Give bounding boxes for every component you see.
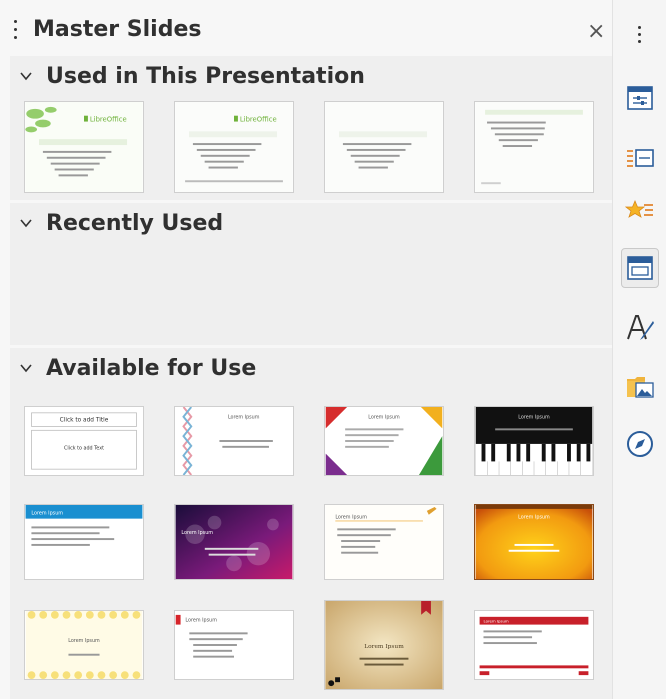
section-available: Available for Use Click to add Title Cli… (10, 348, 612, 699)
master-thumb-piano[interactable]: Lorem Ipsum (474, 406, 594, 476)
panel-titlebar: Master Slides × (0, 0, 612, 54)
svg-text:LibreOffice: LibreOffice (90, 116, 127, 124)
chevron-down-icon (20, 72, 32, 81)
svg-text:Lorem Ipsum: Lorem Ipsum (518, 515, 550, 521)
svg-text:Lorem Ipsum: Lorem Ipsum (483, 619, 508, 624)
section-label-recent: Recently Used (46, 211, 224, 236)
svg-text:Lorem Ipsum: Lorem Ipsum (368, 415, 400, 421)
svg-text:Lorem Ipsum: Lorem Ipsum (68, 638, 100, 644)
master-slides-icon[interactable] (621, 248, 659, 288)
svg-text:Lorem Ipsum: Lorem Ipsum (181, 530, 213, 536)
svg-text:Click to add Text: Click to add Text (64, 446, 104, 452)
master-thumb-parchment[interactable]: Lorem Ipsum (324, 600, 444, 690)
svg-text:Lorem Ipsum: Lorem Ipsum (31, 511, 63, 517)
section-recent: Recently Used (10, 203, 612, 345)
svg-text:Lorem Ipsum: Lorem Ipsum (364, 644, 404, 650)
styles-icon[interactable] (621, 308, 659, 348)
master-slides-panel: Master Slides × Used in This Presentatio… (0, 0, 612, 699)
master-thumb-red-bars[interactable]: Lorem Ipsum (474, 610, 594, 680)
section-header-available[interactable]: Available for Use (10, 348, 612, 388)
master-thumb-lo-2[interactable]: LibreOffice (174, 101, 294, 193)
master-thumb-lo-4[interactable] (474, 101, 594, 193)
animation-icon[interactable] (621, 192, 659, 232)
svg-text:Lorem Ipsum: Lorem Ipsum (228, 415, 260, 421)
master-thumb-blue-header[interactable]: Lorem Ipsum (24, 504, 144, 580)
svg-text:Click to add Title: Click to add Title (60, 418, 109, 424)
close-icon[interactable]: × (587, 21, 605, 43)
svg-text:LibreOffice: LibreOffice (240, 116, 277, 124)
master-thumb-lo-3[interactable] (324, 101, 444, 193)
navigator-icon[interactable] (621, 424, 659, 464)
master-thumb-bokeh[interactable]: Lorem Ipsum (174, 504, 294, 580)
section-used: Used in This Presentation LibreOffice Li… (10, 56, 612, 200)
svg-text:Lorem Ipsum: Lorem Ipsum (518, 415, 550, 421)
grip-icon[interactable] (14, 20, 18, 42)
slide-transition-icon[interactable] (621, 138, 659, 178)
svg-text:Lorem Ipsum: Lorem Ipsum (185, 618, 217, 624)
panel-title: Master Slides (33, 17, 202, 42)
section-label-available: Available for Use (46, 356, 257, 381)
chevron-down-icon (20, 364, 32, 373)
chevron-down-icon (20, 219, 32, 228)
gallery-icon[interactable] (621, 366, 659, 406)
master-thumb-pencil[interactable]: Lorem Ipsum (324, 504, 444, 580)
master-thumb-sunset[interactable]: Lorem Ipsum (474, 504, 594, 580)
section-label-used: Used in This Presentation (46, 64, 365, 89)
section-header-used[interactable]: Used in This Presentation (10, 56, 612, 96)
master-thumb-dna[interactable]: Lorem Ipsum (174, 406, 294, 476)
master-thumb-bright[interactable]: Lorem Ipsum (324, 406, 444, 476)
master-thumb-red-marker[interactable]: Lorem Ipsum (174, 610, 294, 680)
sidebar-menu-icon[interactable] (638, 26, 641, 47)
master-thumb-yellow-dots[interactable]: Lorem Ipsum (24, 610, 144, 680)
master-thumb-lo-1[interactable]: LibreOffice (24, 101, 144, 193)
properties-icon[interactable] (621, 78, 659, 118)
master-thumb-default[interactable]: Click to add Title Click to add Text (24, 406, 144, 476)
svg-text:Lorem Ipsum: Lorem Ipsum (335, 515, 367, 521)
sidebar-tabbar (612, 0, 666, 699)
section-header-recent[interactable]: Recently Used (10, 203, 612, 243)
